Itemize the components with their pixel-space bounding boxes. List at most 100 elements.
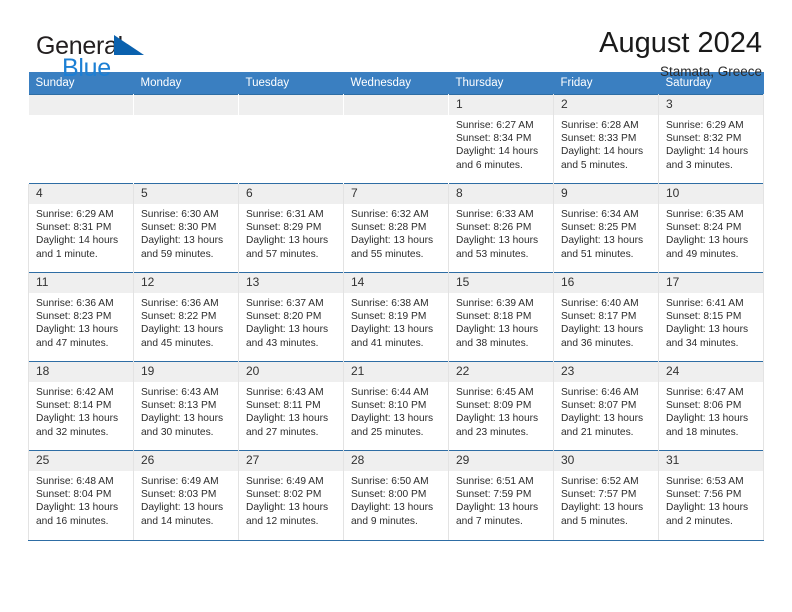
calendar-day-cell[interactable]: 13 Sunrise: 6:37 AM Sunset: 8:20 PM Dayligh… bbox=[238, 272, 344, 362]
daylight-duration-line2: and 51 minutes. bbox=[561, 248, 634, 260]
day-number: 6 bbox=[239, 184, 343, 204]
day-number: 13 bbox=[239, 273, 343, 293]
daylight-duration-line2: and 53 minutes. bbox=[456, 248, 529, 260]
sunset-time: Sunset: 8:29 PM bbox=[246, 222, 322, 234]
sunset-time: Sunset: 8:34 PM bbox=[456, 133, 532, 145]
calendar-week-row: 1 Sunrise: 6:27 AM Sunset: 8:34 PM Daylight… bbox=[28, 94, 764, 184]
calendar-day-cell[interactable]: 14 Sunrise: 6:38 AM Sunset: 8:19 PM Dayligh… bbox=[343, 272, 449, 362]
calendar-day-cell[interactable]: 24 Sunrise: 6:47 AM Sunset: 8:06 PM Dayligh… bbox=[658, 361, 764, 451]
calendar-day-cell[interactable]: 19 Sunrise: 6:43 AM Sunset: 8:13 PM Dayligh… bbox=[133, 361, 239, 451]
calendar-day-cell[interactable]: 26 Sunrise: 6:49 AM Sunset: 8:03 PM Dayligh… bbox=[133, 450, 239, 540]
calendar-day-cell[interactable]: 11 Sunrise: 6:36 AM Sunset: 8:23 PM Dayligh… bbox=[28, 272, 134, 362]
day-details: Sunrise: 6:29 AM Sunset: 8:32 PM Daylight:… bbox=[659, 115, 763, 172]
calendar-day-cell[interactable]: 1 Sunrise: 6:27 AM Sunset: 8:34 PM Daylight… bbox=[448, 94, 554, 184]
sunset-time: Sunset: 8:00 PM bbox=[351, 489, 427, 501]
daylight-duration-line2: and 9 minutes. bbox=[351, 515, 418, 527]
sunrise-time: Sunrise: 6:37 AM bbox=[246, 298, 324, 309]
calendar-day-cell[interactable]: 7 Sunrise: 6:32 AM Sunset: 8:28 PM Daylight… bbox=[343, 183, 449, 273]
calendar-day-cell[interactable]: 21 Sunrise: 6:44 AM Sunset: 8:10 PM Dayligh… bbox=[343, 361, 449, 451]
day-number bbox=[29, 95, 133, 115]
calendar-day-cell[interactable]: 18 Sunrise: 6:42 AM Sunset: 8:14 PM Dayligh… bbox=[28, 361, 134, 451]
weekday-header-tuesday: Tuesday bbox=[238, 72, 344, 95]
calendar-day-cell[interactable]: 2 Sunrise: 6:28 AM Sunset: 8:33 PM Daylight… bbox=[553, 94, 659, 184]
calendar-day-cell[interactable]: 12 Sunrise: 6:36 AM Sunset: 8:22 PM Dayligh… bbox=[133, 272, 239, 362]
sunset-time: Sunset: 8:15 PM bbox=[666, 311, 742, 323]
day-number: 30 bbox=[554, 451, 658, 471]
calendar-day-cell[interactable]: 20 Sunrise: 6:43 AM Sunset: 8:11 PM Dayligh… bbox=[238, 361, 344, 451]
daylight-duration-line1: Daylight: 13 hours bbox=[456, 502, 539, 514]
sunrise-time: Sunrise: 6:31 AM bbox=[246, 209, 324, 220]
sunrise-time: Sunrise: 6:33 AM bbox=[456, 209, 534, 220]
daylight-duration-line1: Daylight: 13 hours bbox=[666, 324, 749, 336]
day-number: 8 bbox=[449, 184, 553, 204]
day-details: Sunrise: 6:41 AM Sunset: 8:15 PM Daylight:… bbox=[659, 293, 763, 350]
day-number: 27 bbox=[239, 451, 343, 471]
daylight-duration-line2: and 23 minutes. bbox=[456, 426, 529, 438]
day-details: Sunrise: 6:33 AM Sunset: 8:26 PM Daylight:… bbox=[449, 204, 553, 261]
calendar-day-cell[interactable]: 25 Sunrise: 6:48 AM Sunset: 8:04 PM Dayligh… bbox=[28, 450, 134, 540]
sunrise-time: Sunrise: 6:53 AM bbox=[666, 476, 744, 487]
day-details: Sunrise: 6:43 AM Sunset: 8:13 PM Daylight:… bbox=[134, 382, 238, 439]
daylight-duration-line2: and 21 minutes. bbox=[561, 426, 634, 438]
day-number bbox=[134, 95, 238, 115]
sunrise-time: Sunrise: 6:45 AM bbox=[456, 387, 534, 398]
brand-name-blue: Blue bbox=[62, 54, 111, 82]
daylight-duration-line1: Daylight: 13 hours bbox=[456, 324, 539, 336]
daylight-duration-line1: Daylight: 13 hours bbox=[456, 413, 539, 425]
calendar-day-cell[interactable]: 6 Sunrise: 6:31 AM Sunset: 8:29 PM Daylight… bbox=[238, 183, 344, 273]
calendar-week-row: 4 Sunrise: 6:29 AM Sunset: 8:31 PM Daylight… bbox=[28, 183, 764, 273]
day-number: 31 bbox=[659, 451, 763, 471]
calendar-day-cell[interactable]: 9 Sunrise: 6:34 AM Sunset: 8:25 PM Daylight… bbox=[553, 183, 659, 273]
day-details: Sunrise: 6:32 AM Sunset: 8:28 PM Daylight:… bbox=[344, 204, 448, 261]
daylight-duration-line1: Daylight: 13 hours bbox=[246, 502, 329, 514]
brand-logo[interactable]: General Blue bbox=[28, 26, 146, 82]
sunset-time: Sunset: 8:23 PM bbox=[36, 311, 112, 323]
day-number: 10 bbox=[659, 184, 763, 204]
calendar-day-cell[interactable]: 17 Sunrise: 6:41 AM Sunset: 8:15 PM Dayligh… bbox=[658, 272, 764, 362]
sunset-time: Sunset: 8:28 PM bbox=[351, 222, 427, 234]
calendar-day-cell[interactable]: 31 Sunrise: 6:53 AM Sunset: 7:56 PM Dayligh… bbox=[658, 450, 764, 540]
daylight-duration-line1: Daylight: 13 hours bbox=[36, 502, 119, 514]
sunset-time: Sunset: 8:25 PM bbox=[561, 222, 637, 234]
calendar-day-cell[interactable]: 29 Sunrise: 6:51 AM Sunset: 7:59 PM Dayligh… bbox=[448, 450, 554, 540]
sunset-time: Sunset: 8:22 PM bbox=[141, 311, 217, 323]
sunset-time: Sunset: 8:24 PM bbox=[666, 222, 742, 234]
calendar-day-cell[interactable]: 15 Sunrise: 6:39 AM Sunset: 8:18 PM Dayligh… bbox=[448, 272, 554, 362]
calendar-day-cell[interactable]: 16 Sunrise: 6:40 AM Sunset: 8:17 PM Dayligh… bbox=[553, 272, 659, 362]
calendar-day-cell[interactable]: 28 Sunrise: 6:50 AM Sunset: 8:00 PM Dayligh… bbox=[343, 450, 449, 540]
daylight-duration-line1: Daylight: 14 hours bbox=[666, 146, 749, 158]
daylight-duration-line1: Daylight: 13 hours bbox=[141, 324, 224, 336]
sunrise-time: Sunrise: 6:51 AM bbox=[456, 476, 534, 487]
day-details: Sunrise: 6:39 AM Sunset: 8:18 PM Daylight:… bbox=[449, 293, 553, 350]
day-number: 17 bbox=[659, 273, 763, 293]
daylight-duration-line2: and 7 minutes. bbox=[456, 515, 523, 527]
calendar-day-cell[interactable]: 30 Sunrise: 6:52 AM Sunset: 7:57 PM Dayligh… bbox=[553, 450, 659, 540]
sunrise-time: Sunrise: 6:42 AM bbox=[36, 387, 114, 398]
calendar-day-cell[interactable]: 10 Sunrise: 6:35 AM Sunset: 8:24 PM Dayligh… bbox=[658, 183, 764, 273]
daylight-duration-line2: and 41 minutes. bbox=[351, 337, 424, 349]
daylight-duration-line2: and 3 minutes. bbox=[666, 159, 733, 171]
day-number: 24 bbox=[659, 362, 763, 382]
daylight-duration-line1: Daylight: 13 hours bbox=[246, 324, 329, 336]
daylight-duration-line2: and 43 minutes. bbox=[246, 337, 319, 349]
calendar-day-cell[interactable]: 22 Sunrise: 6:45 AM Sunset: 8:09 PM Dayligh… bbox=[448, 361, 554, 451]
daylight-duration-line1: Daylight: 13 hours bbox=[351, 324, 434, 336]
calendar-day-cell[interactable]: 23 Sunrise: 6:46 AM Sunset: 8:07 PM Dayligh… bbox=[553, 361, 659, 451]
calendar-day-cell[interactable]: 3 Sunrise: 6:29 AM Sunset: 8:32 PM Daylight… bbox=[658, 94, 764, 184]
calendar-day-cell[interactable]: 27 Sunrise: 6:49 AM Sunset: 8:02 PM Dayligh… bbox=[238, 450, 344, 540]
daylight-duration-line1: Daylight: 14 hours bbox=[456, 146, 539, 158]
sunset-time: Sunset: 8:10 PM bbox=[351, 400, 427, 412]
daylight-duration-line2: and 47 minutes. bbox=[36, 337, 109, 349]
title-block: August 2024 Stamata, Greece bbox=[599, 26, 764, 81]
calendar-day-cell[interactable]: 4 Sunrise: 6:29 AM Sunset: 8:31 PM Daylight… bbox=[28, 183, 134, 273]
sunset-time: Sunset: 8:06 PM bbox=[666, 400, 742, 412]
sunrise-time: Sunrise: 6:29 AM bbox=[666, 120, 744, 131]
calendar-day-cell[interactable]: 5 Sunrise: 6:30 AM Sunset: 8:30 PM Daylight… bbox=[133, 183, 239, 273]
sunset-time: Sunset: 8:33 PM bbox=[561, 133, 637, 145]
sunset-time: Sunset: 7:56 PM bbox=[666, 489, 742, 501]
calendar-day-cell[interactable]: 8 Sunrise: 6:33 AM Sunset: 8:26 PM Daylight… bbox=[448, 183, 554, 273]
daylight-duration-line1: Daylight: 13 hours bbox=[246, 235, 329, 247]
sunset-time: Sunset: 8:07 PM bbox=[561, 400, 637, 412]
daylight-duration-line1: Daylight: 13 hours bbox=[561, 235, 644, 247]
sunrise-time: Sunrise: 6:47 AM bbox=[666, 387, 744, 398]
